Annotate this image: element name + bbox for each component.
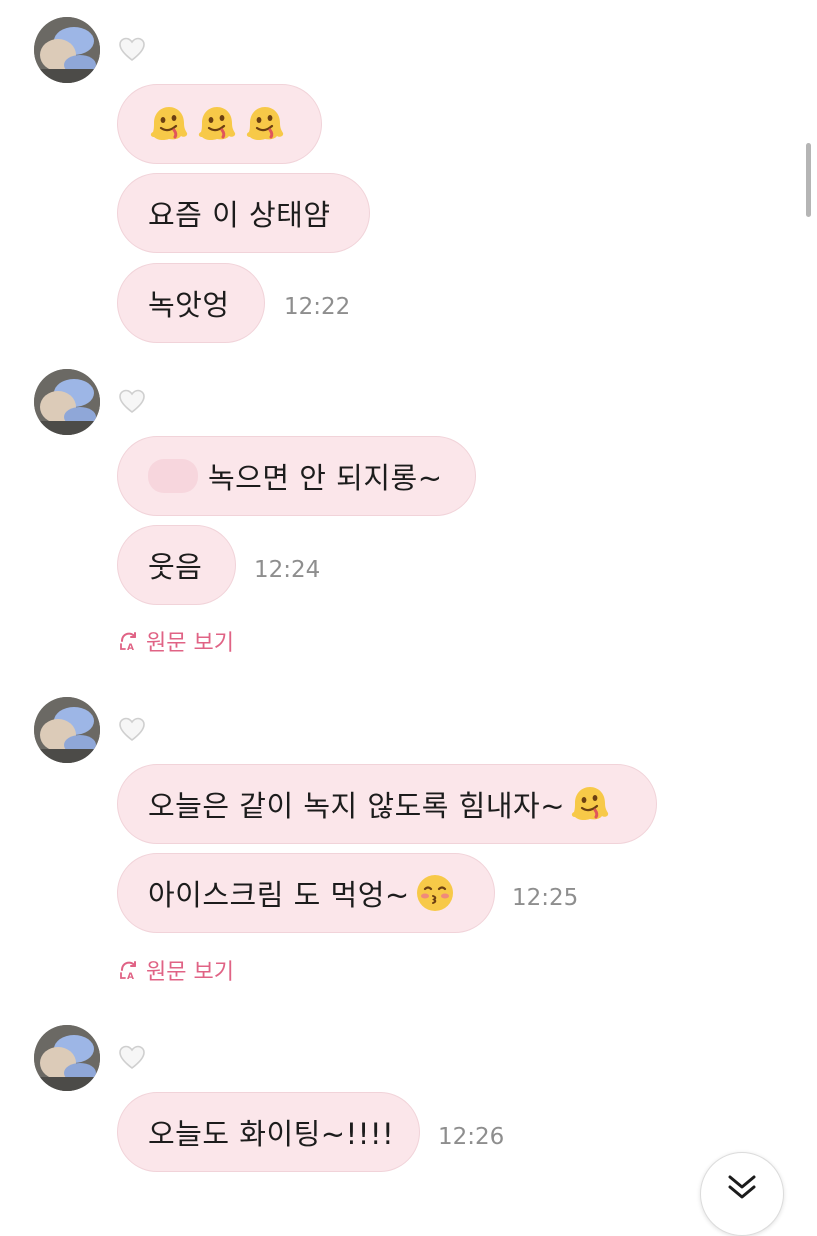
avatar[interactable] xyxy=(34,17,100,83)
translate-refresh-icon: A xyxy=(118,959,140,981)
scroll-to-bottom-button[interactable] xyxy=(700,1152,784,1236)
melting-face-icon xyxy=(148,103,190,145)
message-text: 웃음 xyxy=(148,550,203,584)
message-text: 오늘도 화이팅~!!!! xyxy=(148,1117,395,1151)
kissing-face-icon xyxy=(414,872,456,914)
message-bubble[interactable]: 오늘은 같이 녹지 않도록 힘내자~ xyxy=(117,764,657,844)
blurred-sticker xyxy=(148,459,198,493)
view-original-label: 원문 보기 xyxy=(146,960,234,985)
avatar[interactable] xyxy=(34,697,100,763)
melting-face-icon xyxy=(569,783,611,825)
message-bubble[interactable] xyxy=(117,84,322,164)
message-text: 아이스크림 도 먹엉~ xyxy=(148,878,410,912)
double-chevron-down-icon xyxy=(724,1173,760,1203)
message-bubble[interactable]: 녹앗엉 xyxy=(117,263,265,343)
view-original-link[interactable]: A 원문 보기 xyxy=(118,625,234,657)
message-text: 요즘 이 상태얌 xyxy=(148,198,331,232)
view-original-link[interactable]: A 원문 보기 xyxy=(118,954,234,986)
message-text: 녹앗엉 xyxy=(148,288,230,322)
message-bubble[interactable]: 녹으면 안 되지롱~ xyxy=(117,436,476,516)
message-text: 녹으면 안 되지롱~ xyxy=(208,461,443,495)
timestamp: 12:24 xyxy=(254,557,321,583)
scrollbar[interactable] xyxy=(806,143,811,217)
svg-text:A: A xyxy=(127,643,134,652)
message-bubble[interactable]: 오늘도 화이팅~!!!! xyxy=(117,1092,420,1172)
heart-icon[interactable] xyxy=(118,1044,146,1070)
melting-face-icon xyxy=(196,103,238,145)
timestamp: 12:22 xyxy=(284,294,351,320)
message-bubble[interactable]: 웃음 xyxy=(117,525,236,605)
heart-icon[interactable] xyxy=(118,36,146,62)
avatar[interactable] xyxy=(34,369,100,435)
heart-icon[interactable] xyxy=(118,716,146,742)
message-bubble[interactable]: 아이스크림 도 먹엉~ xyxy=(117,853,495,933)
message-bubble[interactable]: 요즘 이 상태얌 xyxy=(117,173,370,253)
melting-face-icon xyxy=(244,103,286,145)
translate-refresh-icon: A xyxy=(118,630,140,652)
message-text: 오늘은 같이 녹지 않도록 힘내자~ xyxy=(148,789,566,823)
timestamp: 12:25 xyxy=(512,885,579,911)
avatar[interactable] xyxy=(34,1025,100,1091)
svg-text:A: A xyxy=(127,972,134,981)
timestamp: 12:26 xyxy=(438,1124,505,1150)
heart-icon[interactable] xyxy=(118,388,146,414)
view-original-label: 원문 보기 xyxy=(146,631,234,656)
